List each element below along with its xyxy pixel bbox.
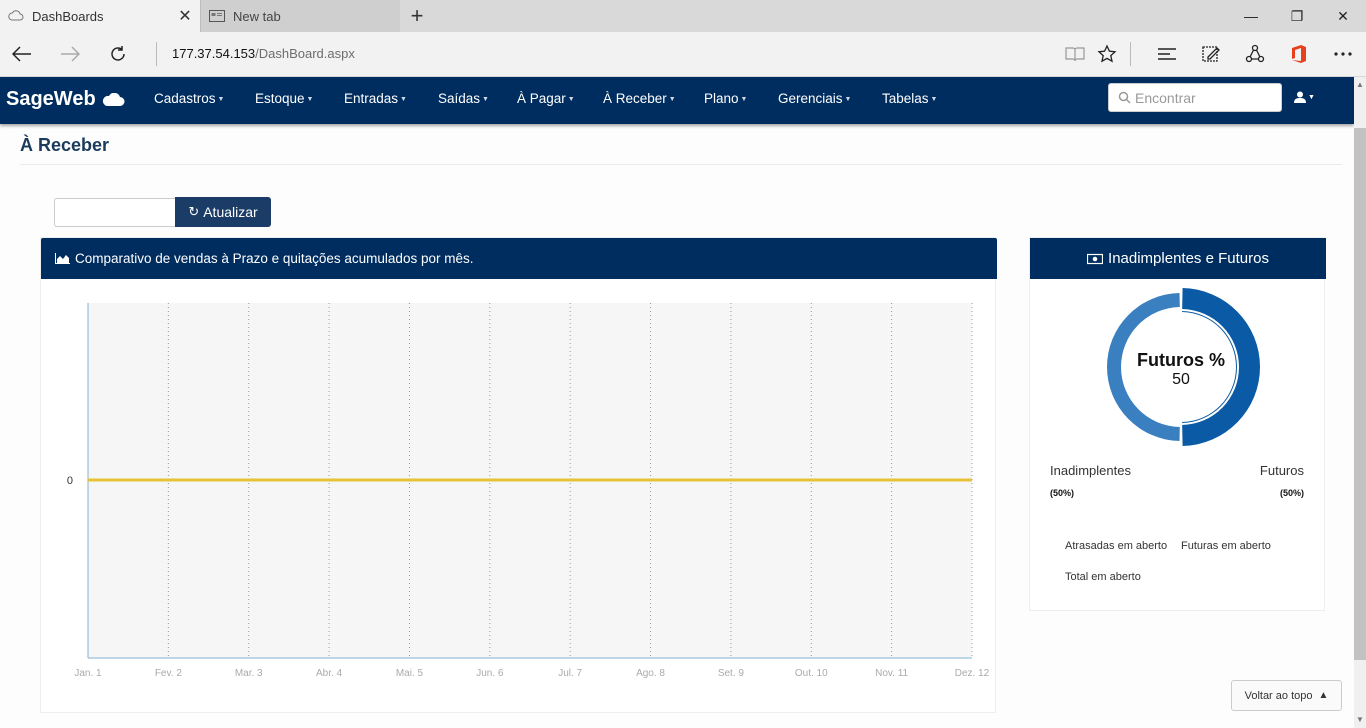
- x-tick-label: Dez. 12: [955, 668, 990, 679]
- refresh-icon[interactable]: [100, 38, 136, 70]
- search-box: [1108, 83, 1282, 112]
- chart-title: Comparativo de vendas à Prazo e quitaçõe…: [75, 251, 474, 266]
- divider: [156, 42, 157, 66]
- close-tab-icon[interactable]: ✕: [170, 0, 200, 32]
- panel-header: Inadimplentes e Futuros: [1030, 238, 1326, 279]
- donut-center-value: 50: [1172, 371, 1190, 388]
- caret-down-icon: ▼: [668, 96, 676, 103]
- x-tick-label: Mar. 3: [235, 668, 263, 679]
- browser-tab-bar: DashBoards ✕ New tab + — ❐ ✕: [0, 0, 1366, 32]
- donut-title: Inadimplentes e Futuros: [1108, 250, 1269, 267]
- back-to-top-button[interactable]: Voltar ao topo ▲: [1231, 680, 1342, 711]
- newtab-page-icon: [209, 8, 225, 24]
- caret-down-icon: ▼: [930, 96, 938, 103]
- x-tick-label: Out. 10: [795, 668, 828, 679]
- caret-down-icon: ▼: [1308, 93, 1315, 101]
- menu-cadastros[interactable]: Cadastros ▼: [154, 91, 224, 106]
- x-tick-label: Jul. 7: [558, 668, 582, 679]
- caret-down-icon: ▼: [567, 96, 575, 103]
- x-tick-label: Mai. 5: [396, 668, 424, 679]
- search-icon: [1113, 83, 1135, 112]
- address-bar: 177.37.54.153/DashBoard.aspx: [0, 32, 1366, 77]
- minimize-icon[interactable]: —: [1228, 0, 1274, 32]
- forward-icon[interactable]: [52, 38, 88, 70]
- caret-down-icon: ▼: [217, 96, 225, 103]
- refresh-button[interactable]: ↻ Atualizar: [175, 197, 271, 227]
- web-note-icon[interactable]: [1194, 38, 1228, 70]
- tab-title: New tab: [233, 8, 281, 24]
- x-tick-label: Set. 9: [718, 668, 745, 679]
- menu-entradas[interactable]: Entradas ▼: [344, 91, 407, 106]
- restore-icon[interactable]: ❐: [1274, 0, 1320, 32]
- favorite-star-icon[interactable]: [1090, 38, 1124, 70]
- y-tick-label: 0: [67, 475, 73, 487]
- office-icon[interactable]: [1282, 38, 1316, 70]
- tab-title: DashBoards: [32, 8, 104, 24]
- more-options-icon[interactable]: [1326, 38, 1360, 70]
- x-tick-label: Abr. 4: [316, 668, 343, 679]
- donut-center-label: Futuros %: [1137, 350, 1225, 370]
- hub-icon[interactable]: [1150, 38, 1184, 70]
- close-window-icon[interactable]: ✕: [1320, 0, 1366, 32]
- user-icon: [1294, 91, 1306, 103]
- scrollbar-thumb[interactable]: [1354, 128, 1366, 660]
- donut-panel: Inadimplentes e Futuros Futuros % 50 Ina…: [1029, 237, 1326, 611]
- tab-dashboards[interactable]: DashBoards ✕: [0, 0, 200, 32]
- caret-down-icon: ▼: [306, 96, 314, 103]
- panel-header: Comparativo de vendas à Prazo e quitaçõe…: [41, 238, 997, 279]
- url-field[interactable]: 177.37.54.153/DashBoard.aspx: [172, 46, 355, 61]
- line-chart: Jan. 1 Fev. 2 Mar. 3 Abr. 4 Mai. 5 Jun. 6 Jul.…: [67, 303, 990, 679]
- page-viewport: SageWeb Cadastros ▼ Estoque ▼ Entradas ▼ Sa…: [0, 77, 1354, 728]
- menu-saidas[interactable]: Saídas ▼: [438, 91, 489, 106]
- caret-down-icon: ▼: [844, 96, 852, 103]
- tab-new-tab[interactable]: New tab: [200, 0, 400, 32]
- divider: [1130, 42, 1131, 66]
- scroll-down-arrow-icon[interactable]: ▼: [1354, 714, 1366, 726]
- app-navbar: SageWeb Cadastros ▼ Estoque ▼ Entradas ▼ Sa…: [0, 77, 1354, 124]
- donut-chart: Futuros % 50: [1102, 288, 1261, 446]
- refresh-icon: ↻: [188, 204, 200, 219]
- summary-total: Total em aberto: [1065, 571, 1141, 583]
- legend-futuros: Futuros (50%): [1259, 463, 1304, 498]
- x-tick-label: Jun. 6: [476, 668, 504, 679]
- money-icon: [1087, 253, 1104, 265]
- caret-down-icon: ▼: [740, 96, 748, 103]
- x-tick-label: Jan. 1: [74, 668, 102, 679]
- menu-gerenciais[interactable]: Gerenciais ▼: [778, 91, 851, 106]
- menu-a-receber[interactable]: À Receber ▼: [603, 91, 676, 106]
- area-chart-icon: [55, 253, 70, 264]
- menu-tabelas[interactable]: Tabelas ▼: [882, 91, 937, 106]
- caret-down-icon: ▼: [400, 96, 407, 103]
- x-tick-label: Nov. 11: [875, 668, 908, 679]
- summary-atrasadas: Atrasadas em aberto: [1065, 540, 1168, 552]
- new-tab-button[interactable]: +: [401, 0, 433, 32]
- menu-plano[interactable]: Plano ▼: [704, 91, 747, 106]
- x-tick-label: Fev. 2: [155, 668, 182, 679]
- reading-view-icon[interactable]: [1058, 38, 1092, 70]
- cloud-logo-icon: [102, 92, 125, 106]
- menu-a-pagar[interactable]: À Pagar ▼: [517, 91, 575, 106]
- date-input[interactable]: [54, 198, 176, 227]
- share-icon[interactable]: [1238, 38, 1272, 70]
- menu-estoque[interactable]: Estoque ▼: [255, 91, 313, 106]
- caret-down-icon: ▼: [482, 96, 489, 103]
- legend-inadimplentes: Inadimplentes (50%): [1050, 463, 1131, 498]
- search-input[interactable]: [1135, 85, 1275, 110]
- divider: [20, 164, 1342, 165]
- sales-chart-panel: Comparativo de vendas à Prazo e quitaçõe…: [40, 237, 997, 713]
- chevron-up-icon: ▲: [1318, 690, 1329, 701]
- back-icon[interactable]: [4, 38, 40, 70]
- user-menu[interactable]: ▼: [1294, 91, 1315, 103]
- page-title: À Receber: [20, 135, 110, 155]
- summary-futuras: Futuras em aberto: [1181, 540, 1271, 552]
- scroll-up-arrow-icon[interactable]: ▲: [1354, 79, 1366, 91]
- brand-logo[interactable]: SageWeb: [6, 88, 125, 111]
- x-tick-label: Ago. 8: [636, 668, 665, 679]
- cloud-icon: [8, 8, 24, 24]
